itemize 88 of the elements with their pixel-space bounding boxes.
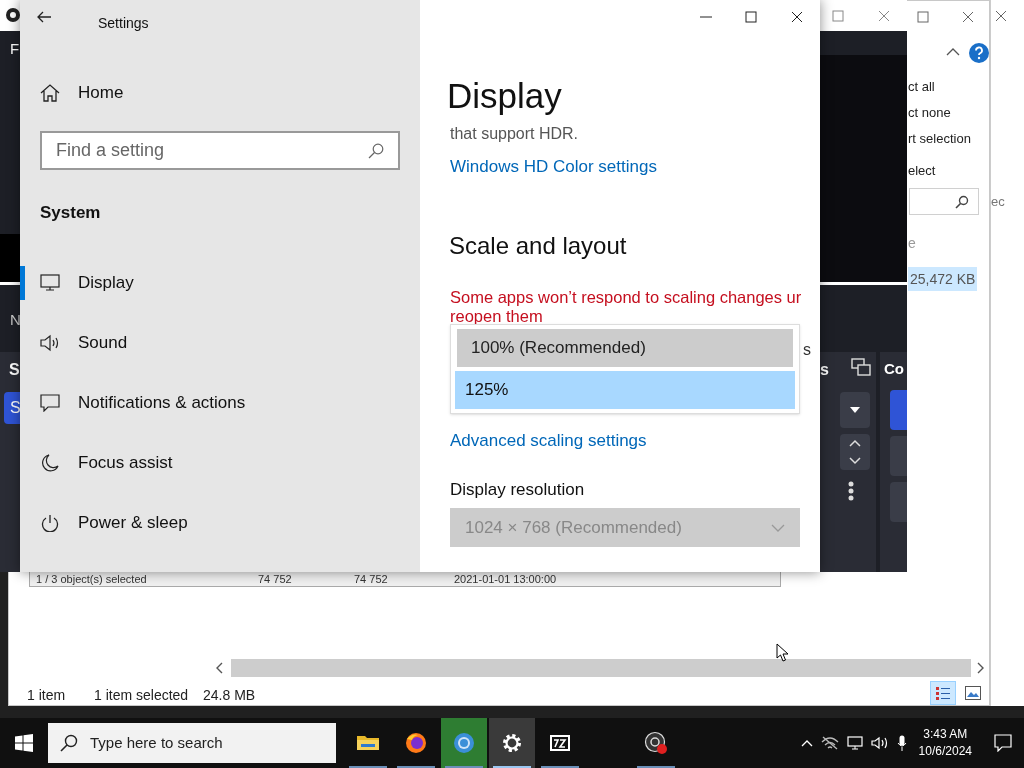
window-title: Settings <box>98 14 149 33</box>
search-field[interactable] <box>909 188 979 215</box>
browser-icon <box>452 731 476 755</box>
chevron-up-icon <box>849 439 861 447</box>
maximize-icon[interactable] <box>917 11 929 23</box>
search-icon <box>368 142 384 159</box>
spin-button[interactable] <box>840 434 870 470</box>
gear-icon <box>500 731 524 755</box>
file-size-cell[interactable]: 25,472 KB <box>908 267 978 291</box>
recorder-icon <box>644 731 668 755</box>
warning-text: Some apps won’t respond to scaling changes ur <box>450 287 802 308</box>
dropdown-button[interactable] <box>840 392 870 428</box>
details-view-icon <box>935 686 951 700</box>
nav-item[interactable]: Focus assist <box>25 433 420 493</box>
ribbon-menu-item[interactable]: ct all <box>908 77 935 97</box>
status-text: 24.8 MB <box>203 686 256 705</box>
table-cell: 2021-01-01 13:00:00 <box>454 572 557 586</box>
microphone-icon[interactable] <box>896 735 907 751</box>
status-text: 1 item <box>27 686 66 705</box>
app-logo-icon <box>6 8 20 22</box>
search-icon <box>60 734 78 752</box>
help-icon[interactable] <box>969 43 989 63</box>
section-heading: System <box>40 202 101 224</box>
chevron-up-icon[interactable] <box>946 47 960 57</box>
dropdown-option[interactable]: 125% <box>455 371 795 409</box>
undock-icon[interactable] <box>851 358 871 376</box>
dropdown-option[interactable]: 100% (Recommended) <box>457 329 793 367</box>
field-label: Display resolution <box>450 479 585 501</box>
browser-icon <box>404 731 428 755</box>
section-heading: Scale and layout <box>449 231 627 261</box>
search-icon <box>955 194 969 209</box>
power-icon <box>40 514 60 532</box>
scrollbar-thumb[interactable] <box>231 659 971 677</box>
dock-title: S <box>9 360 20 380</box>
label-fragment: N <box>10 310 21 330</box>
network-icon[interactable] <box>820 736 839 750</box>
windows-logo-icon <box>15 734 33 752</box>
monitor-icon <box>40 274 60 292</box>
nav-item[interactable]: Notifications & actions <box>25 373 420 433</box>
taskbar-search-field[interactable]: Type here to search <box>48 723 336 763</box>
dock-title: s <box>820 360 829 380</box>
chevron-down-icon <box>849 457 861 465</box>
dropdown-list[interactable]: 100% (Recommended) 125% <box>450 324 800 414</box>
nav-item[interactable]: Display <box>25 253 420 313</box>
preview-panel <box>0 234 20 285</box>
ribbon-menu-item[interactable]: rt selection <box>908 129 971 149</box>
chevron-down-icon <box>771 523 785 532</box>
thumbnail-view-icon <box>965 686 981 700</box>
clock[interactable]: 3:43 AM 10/6/2024 <box>914 726 976 760</box>
monitor-icon[interactable] <box>846 736 863 750</box>
ribbon-menu-item[interactable]: ct none <box>908 103 951 123</box>
notifications-icon[interactable] <box>994 734 1012 752</box>
more-options-icon[interactable] <box>848 481 854 501</box>
moon-icon <box>40 454 60 472</box>
scroll-left-icon[interactable] <box>215 662 223 674</box>
view-button[interactable] <box>930 681 956 705</box>
warning-text: reopen them <box>450 308 543 324</box>
home-link[interactable]: Home <box>40 80 124 106</box>
maximize-icon[interactable] <box>745 11 757 23</box>
taskbar-app-button[interactable] <box>489 718 535 768</box>
text-fragment: ec <box>991 193 1005 211</box>
ribbon-menu-item[interactable]: elect <box>908 161 936 181</box>
link[interactable]: Windows HD Color settings <box>450 154 657 180</box>
search-input[interactable]: Find a setting <box>56 137 368 164</box>
link[interactable]: Advanced scaling settings <box>450 428 647 454</box>
nav-item[interactable]: Sound <box>25 313 420 373</box>
caret-down-icon <box>849 406 861 414</box>
description-text: that support HDR. <box>450 124 579 144</box>
table-cell: 74 752 <box>258 572 292 586</box>
home-icon <box>40 83 60 102</box>
dock-title: Co <box>884 359 904 379</box>
speaker-icon[interactable] <box>870 736 889 750</box>
mouse-pointer-icon <box>776 643 790 663</box>
text-fragment: s <box>803 340 811 360</box>
search-field[interactable]: Find a setting <box>40 131 400 170</box>
back-arrow-icon[interactable] <box>37 11 51 23</box>
message-icon <box>40 394 60 412</box>
status-text: 1 item selected <box>94 686 189 705</box>
table-cell: 1 / 3 object(s) selected <box>36 572 147 586</box>
table-cell: 74 752 <box>354 572 388 586</box>
page-title: Display <box>447 75 562 117</box>
close-icon[interactable] <box>791 11 803 23</box>
list-item-text: e <box>908 234 916 253</box>
speaker-icon <box>40 334 60 352</box>
menu-item[interactable]: F <box>10 38 20 61</box>
scroll-right-icon[interactable] <box>977 662 985 674</box>
nav-item[interactable]: Power & sleep <box>25 493 420 553</box>
dock-button[interactable]: S <box>4 392 20 424</box>
